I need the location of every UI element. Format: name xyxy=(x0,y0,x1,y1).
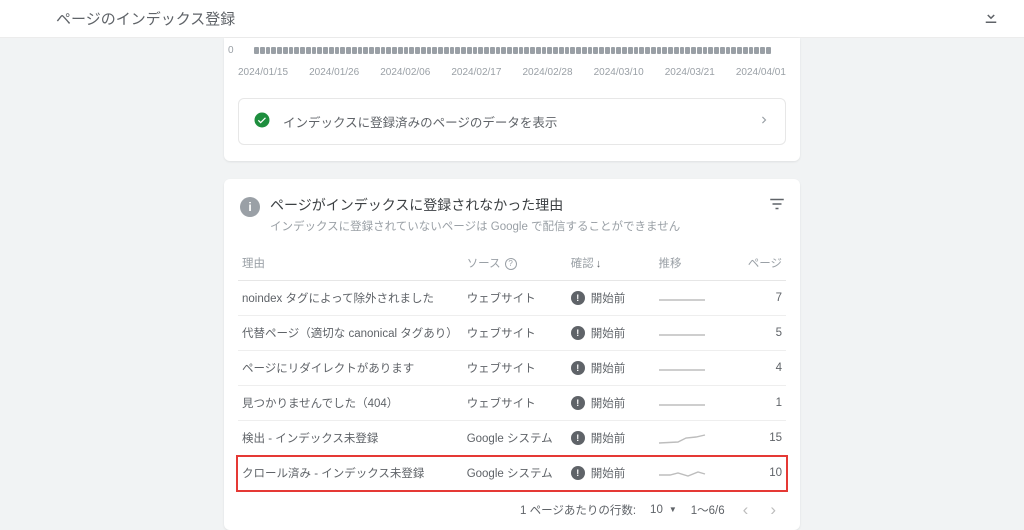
cards-column: 0 2024/01/15 2024/01/26 2024/02/06 2024/02/… xyxy=(224,38,800,530)
cell-trend xyxy=(654,316,725,351)
x-tick: 2024/01/15 xyxy=(238,67,288,78)
download-icon[interactable] xyxy=(982,8,1000,29)
table-row[interactable]: 代替ページ（適切な canonical タグあり）ウェブサイト!開始前 5 xyxy=(238,316,786,351)
cell-pages: 4 xyxy=(726,351,786,386)
cell-verify: !開始前 xyxy=(567,421,655,456)
x-tick: 2024/02/17 xyxy=(451,67,501,78)
chart-bars xyxy=(254,47,770,54)
reasons-card: i ページがインデックスに登録されなかった理由 インデックスに登録されていないペ… xyxy=(224,179,800,530)
col-source[interactable]: ソース? xyxy=(463,246,567,281)
warning-icon: ! xyxy=(571,326,585,340)
cell-trend xyxy=(654,456,725,491)
reasons-title: ページがインデックスに登録されなかった理由 xyxy=(270,195,758,215)
rows-per-page-value: 10 xyxy=(650,504,663,516)
cell-verify: !開始前 xyxy=(567,281,655,316)
reasons-titles: ページがインデックスに登録されなかった理由 インデックスに登録されていないページ… xyxy=(270,195,758,234)
reasons-table: 理由 ソース? 確認↓ 推移 ページ noindex タグによって除外されました… xyxy=(238,246,786,491)
help-icon[interactable]: ? xyxy=(505,258,517,270)
next-page-button[interactable]: › xyxy=(766,501,780,518)
cell-reason: 代替ページ（適切な canonical タグあり） xyxy=(238,316,463,351)
x-tick: 2024/03/21 xyxy=(665,67,715,78)
cell-trend xyxy=(654,386,725,421)
cell-reason: noindex タグによって除外されました xyxy=(238,281,463,316)
cell-trend xyxy=(654,421,725,456)
col-trend[interactable]: 推移 xyxy=(654,246,725,281)
info-icon: i xyxy=(240,197,260,217)
cell-pages: 15 xyxy=(726,421,786,456)
reasons-subtitle: インデックスに登録されていないページは Google で配信することができません xyxy=(270,218,758,234)
chevron-down-icon: ▼ xyxy=(669,505,677,514)
cell-trend xyxy=(654,351,725,386)
cell-verify: !開始前 xyxy=(567,351,655,386)
table-row[interactable]: noindex タグによって除外されましたウェブサイト!開始前 7 xyxy=(238,281,786,316)
col-pages[interactable]: ページ xyxy=(726,246,786,281)
page-header: ページのインデックス登録 xyxy=(0,0,1024,38)
cell-pages: 5 xyxy=(726,316,786,351)
warning-icon: ! xyxy=(571,361,585,375)
warning-icon: ! xyxy=(571,291,585,305)
cell-reason: ページにリダイレクトがあります xyxy=(238,351,463,386)
prev-page-button[interactable]: ‹ xyxy=(739,501,753,518)
cell-pages: 10 xyxy=(726,456,786,491)
warning-icon: ! xyxy=(571,431,585,445)
cell-source: ウェブサイト xyxy=(463,281,567,316)
x-tick: 2024/02/28 xyxy=(523,67,573,78)
table-row[interactable]: 検出 - インデックス未登録Google システム!開始前 15 xyxy=(238,421,786,456)
warning-icon: ! xyxy=(571,466,585,480)
cell-source: Google システム xyxy=(463,456,567,491)
cell-trend xyxy=(654,281,725,316)
rows-per-page-select[interactable]: 10 ▼ xyxy=(650,504,677,516)
warning-icon: ! xyxy=(571,396,585,410)
cell-verify: !開始前 xyxy=(567,456,655,491)
cell-pages: 7 xyxy=(726,281,786,316)
chevron-right-icon xyxy=(757,113,771,130)
pagination: 1 ページあたりの行数: 10 ▼ 1～6/6 ‹ › xyxy=(238,491,786,520)
cell-verify: !開始前 xyxy=(567,386,655,421)
pagination-range: 1～6/6 xyxy=(691,502,725,518)
chart-y-zero: 0 xyxy=(228,45,234,56)
cell-pages: 1 xyxy=(726,386,786,421)
cell-reason: 見つかりませんでした（404） xyxy=(238,386,463,421)
filter-icon[interactable] xyxy=(768,195,786,216)
reasons-header-row: 理由 ソース? 確認↓ 推移 ページ xyxy=(238,246,786,281)
rows-per-page-label: 1 ページあたりの行数: xyxy=(520,502,636,518)
col-reason[interactable]: 理由 xyxy=(238,246,463,281)
disclosure-label: インデックスに登録済みのページのデータを表示 xyxy=(283,112,745,131)
x-tick: 2024/04/01 xyxy=(736,67,786,78)
col-verify[interactable]: 確認↓ xyxy=(567,246,655,281)
x-tick: 2024/03/10 xyxy=(594,67,644,78)
page-title: ページのインデックス登録 xyxy=(56,8,235,29)
reasons-header: i ページがインデックスに登録されなかった理由 インデックスに登録されていないペ… xyxy=(238,193,786,246)
table-row[interactable]: ページにリダイレクトがありますウェブサイト!開始前 4 xyxy=(238,351,786,386)
x-tick: 2024/02/06 xyxy=(380,67,430,78)
cell-source: ウェブサイト xyxy=(463,386,567,421)
cell-source: Google システム xyxy=(463,421,567,456)
chart-area: 0 2024/01/15 2024/01/26 2024/02/06 2024/02/… xyxy=(224,38,800,88)
chart-x-axis: 2024/01/15 2024/01/26 2024/02/06 2024/02/17… xyxy=(238,67,786,78)
check-circle-icon xyxy=(253,111,271,132)
table-row[interactable]: クロール済み - インデックス未登録Google システム!開始前 10 xyxy=(238,456,786,491)
cell-reason: クロール済み - インデックス未登録 xyxy=(238,456,463,491)
indexed-data-disclosure[interactable]: インデックスに登録済みのページのデータを表示 xyxy=(238,98,786,145)
chart-card: 0 2024/01/15 2024/01/26 2024/02/06 2024/02/… xyxy=(224,38,800,161)
cell-verify: !開始前 xyxy=(567,316,655,351)
cell-source: ウェブサイト xyxy=(463,316,567,351)
table-row[interactable]: 見つかりませんでした（404）ウェブサイト!開始前 1 xyxy=(238,386,786,421)
cell-source: ウェブサイト xyxy=(463,351,567,386)
x-tick: 2024/01/26 xyxy=(309,67,359,78)
cell-reason: 検出 - インデックス未登録 xyxy=(238,421,463,456)
sort-arrow-icon: ↓ xyxy=(596,258,602,270)
